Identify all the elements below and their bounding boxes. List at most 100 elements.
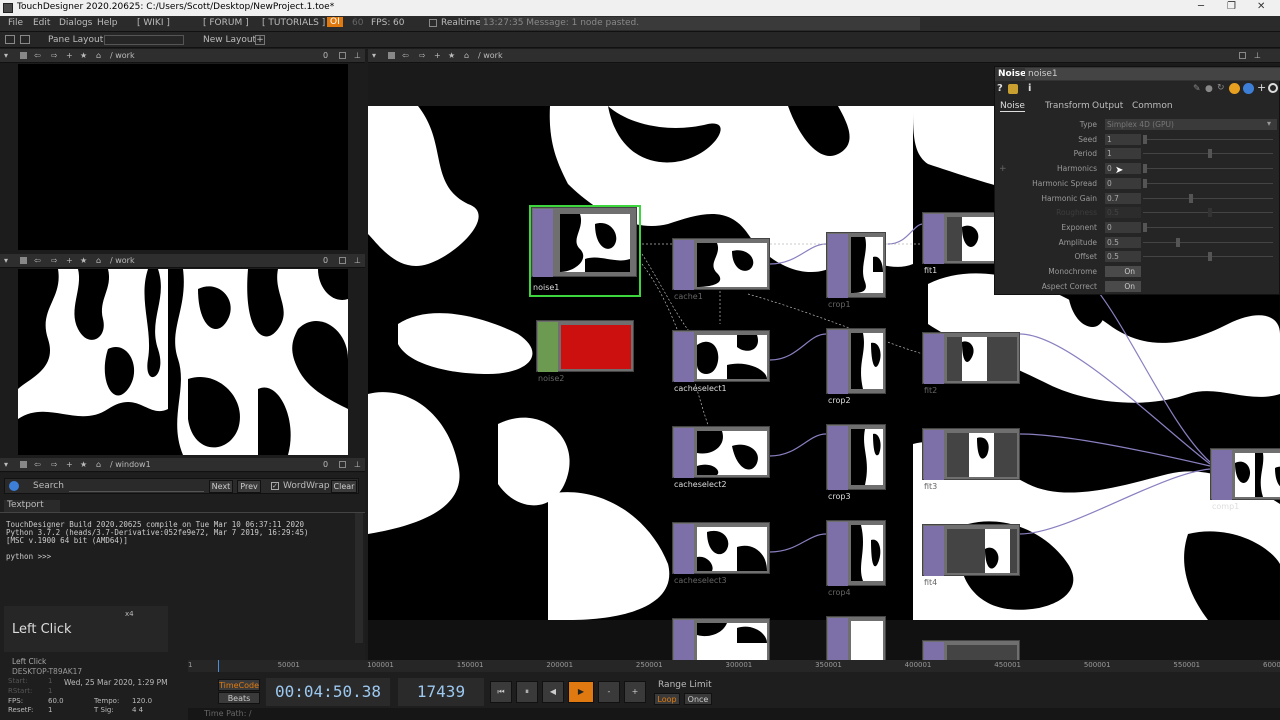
home-icon[interactable]: ⌂ bbox=[96, 460, 101, 469]
viewer-topleft[interactable] bbox=[18, 64, 348, 250]
slider-track[interactable] bbox=[1143, 226, 1273, 228]
refresh-icon[interactable]: ↻ bbox=[1217, 83, 1225, 93]
chevron-down-icon[interactable]: ▾ bbox=[1267, 119, 1271, 128]
step-minus-button[interactable]: - bbox=[598, 681, 620, 703]
bookmark-star-icon[interactable]: ★ bbox=[448, 51, 455, 60]
layout-presets[interactable] bbox=[104, 35, 184, 45]
field-seed[interactable]: 1 bbox=[1105, 133, 1141, 145]
pane-stop-icon[interactable] bbox=[388, 52, 395, 59]
tab-common[interactable]: Common bbox=[1132, 101, 1173, 111]
loop-toggle[interactable]: Loop bbox=[654, 693, 680, 705]
pause-button[interactable]: ⏸ bbox=[516, 681, 538, 703]
field-amplitude[interactable]: 0.5 bbox=[1105, 236, 1141, 248]
slider-handle[interactable] bbox=[1208, 208, 1212, 218]
restore-button[interactable]: ❐ bbox=[1227, 1, 1236, 12]
bookmark-star-icon[interactable]: ★ bbox=[80, 256, 87, 265]
clear-button[interactable]: Clear bbox=[331, 480, 357, 493]
forward-icon[interactable]: ⇨ bbox=[419, 51, 426, 60]
help-icon[interactable]: ? bbox=[997, 83, 1003, 94]
home-icon[interactable]: ⌂ bbox=[96, 256, 101, 265]
slider-handle[interactable] bbox=[1143, 222, 1147, 232]
field-harmonic-spread[interactable]: 0 bbox=[1105, 177, 1141, 189]
timecode-display[interactable]: 00:04:50.38 bbox=[266, 678, 390, 706]
timecode-toggle[interactable]: TimeCode bbox=[218, 679, 260, 691]
pin-icon[interactable]: ⊥ bbox=[354, 256, 361, 265]
web-icon[interactable] bbox=[1243, 83, 1254, 94]
beats-toggle[interactable]: Beats bbox=[218, 692, 260, 704]
pane-menu-icon[interactable]: ▾ bbox=[4, 460, 8, 469]
network-path[interactable]: / work bbox=[110, 256, 135, 265]
add-icon[interactable]: + bbox=[66, 51, 73, 60]
type-menu[interactable]: Simplex 4D (GPU) bbox=[1105, 119, 1277, 130]
textport-tab[interactable]: Textport bbox=[4, 500, 60, 512]
pane-split-icon[interactable] bbox=[20, 35, 30, 44]
forward-icon[interactable]: ⇨ bbox=[51, 460, 58, 469]
maximize-pane-icon[interactable] bbox=[339, 52, 346, 59]
next-button[interactable]: Next bbox=[209, 480, 233, 493]
timeline-ruler[interactable]: 1 50001 100001 150001 200001 250001 300001 3500… bbox=[188, 660, 1280, 672]
realtime-checkbox[interactable] bbox=[429, 19, 437, 27]
play-button[interactable]: ▶ bbox=[568, 681, 594, 703]
bookmark-star-icon[interactable]: ★ bbox=[80, 460, 87, 469]
slider-track[interactable] bbox=[1143, 168, 1273, 170]
fps-setting[interactable]: 60 bbox=[352, 18, 363, 28]
info-icon[interactable]: i bbox=[1028, 83, 1031, 94]
viewer-noise-preview[interactable] bbox=[18, 269, 348, 455]
new-layout-add-icon[interactable]: + bbox=[255, 35, 265, 45]
menu-wiki[interactable]: [ WIKI ] bbox=[137, 18, 170, 28]
back-icon[interactable]: ⇦ bbox=[34, 460, 41, 469]
add-param-icon[interactable]: + bbox=[1257, 81, 1266, 94]
back-icon[interactable]: ⇦ bbox=[402, 51, 409, 60]
pane-icon[interactable] bbox=[5, 35, 15, 44]
maximize-pane-icon[interactable] bbox=[1239, 52, 1246, 59]
slider-track[interactable] bbox=[1143, 241, 1273, 243]
frame-display[interactable]: 17439 bbox=[398, 678, 484, 706]
step-back-button[interactable]: ◀ bbox=[542, 681, 564, 703]
pane-stop-icon[interactable] bbox=[20, 52, 27, 59]
field-offset[interactable]: 0.5 bbox=[1105, 251, 1141, 263]
rewind-button[interactable]: ⏮ bbox=[490, 681, 512, 703]
edit-icon[interactable]: ✎ bbox=[1193, 84, 1201, 94]
slider-handle[interactable] bbox=[1143, 164, 1147, 174]
pin-icon[interactable]: ⊥ bbox=[1254, 51, 1261, 60]
add-icon[interactable]: + bbox=[66, 256, 73, 265]
pane-stop-icon[interactable] bbox=[20, 257, 27, 264]
slider-track[interactable] bbox=[1143, 182, 1273, 184]
pin-icon[interactable]: ⊥ bbox=[354, 460, 361, 469]
field-roughness[interactable]: 0.5 bbox=[1105, 207, 1141, 219]
menu-file[interactable]: File bbox=[8, 18, 23, 28]
slider-handle[interactable] bbox=[1143, 134, 1147, 144]
slider-handle[interactable] bbox=[1175, 237, 1180, 247]
slider-handle[interactable] bbox=[1188, 193, 1193, 203]
slider-handle[interactable] bbox=[1208, 252, 1212, 262]
close-button[interactable]: ✕ bbox=[1257, 1, 1265, 12]
toggle-aspect-correct[interactable]: On bbox=[1105, 280, 1141, 292]
console-scrollbar[interactable] bbox=[355, 513, 363, 643]
tab-output[interactable]: Output bbox=[1092, 101, 1123, 111]
maximize-pane-icon[interactable] bbox=[339, 257, 346, 264]
slider-handle[interactable] bbox=[1208, 149, 1212, 159]
menu-tutorials[interactable]: [ TUTORIALS ] bbox=[262, 18, 325, 28]
wordwrap-checkbox[interactable]: ✓ bbox=[271, 482, 279, 490]
menu-dialogs[interactable]: Dialogs bbox=[59, 18, 92, 28]
network-path[interactable]: / work bbox=[110, 51, 135, 60]
add-icon[interactable]: + bbox=[434, 51, 441, 60]
pane-menu-icon[interactable]: ▾ bbox=[4, 256, 8, 265]
slider-handle[interactable] bbox=[1143, 178, 1147, 188]
settings-icon[interactable] bbox=[1268, 83, 1278, 93]
tab-noise[interactable]: Noise bbox=[1000, 101, 1025, 112]
forward-icon[interactable]: ⇨ bbox=[51, 256, 58, 265]
op-name-field[interactable]: noise1 bbox=[1025, 68, 1280, 80]
step-plus-button[interactable]: + bbox=[624, 681, 646, 703]
time-path[interactable]: Time Path: / bbox=[188, 708, 1280, 720]
bookmark-star-icon[interactable]: ★ bbox=[80, 51, 87, 60]
pin-icon[interactable]: ⊥ bbox=[354, 51, 361, 60]
back-icon[interactable]: ⇦ bbox=[34, 51, 41, 60]
textport-output[interactable]: TouchDesigner Build 2020.20625 compile o… bbox=[6, 521, 351, 561]
forward-icon[interactable]: ⇨ bbox=[51, 51, 58, 60]
home-icon[interactable]: ⌂ bbox=[464, 51, 469, 60]
pane-stop-icon[interactable] bbox=[20, 461, 27, 468]
toggle-monochrome[interactable]: On bbox=[1105, 266, 1141, 277]
menu-edit[interactable]: Edit bbox=[33, 18, 50, 28]
tab-transform[interactable]: Transform bbox=[1045, 101, 1090, 111]
